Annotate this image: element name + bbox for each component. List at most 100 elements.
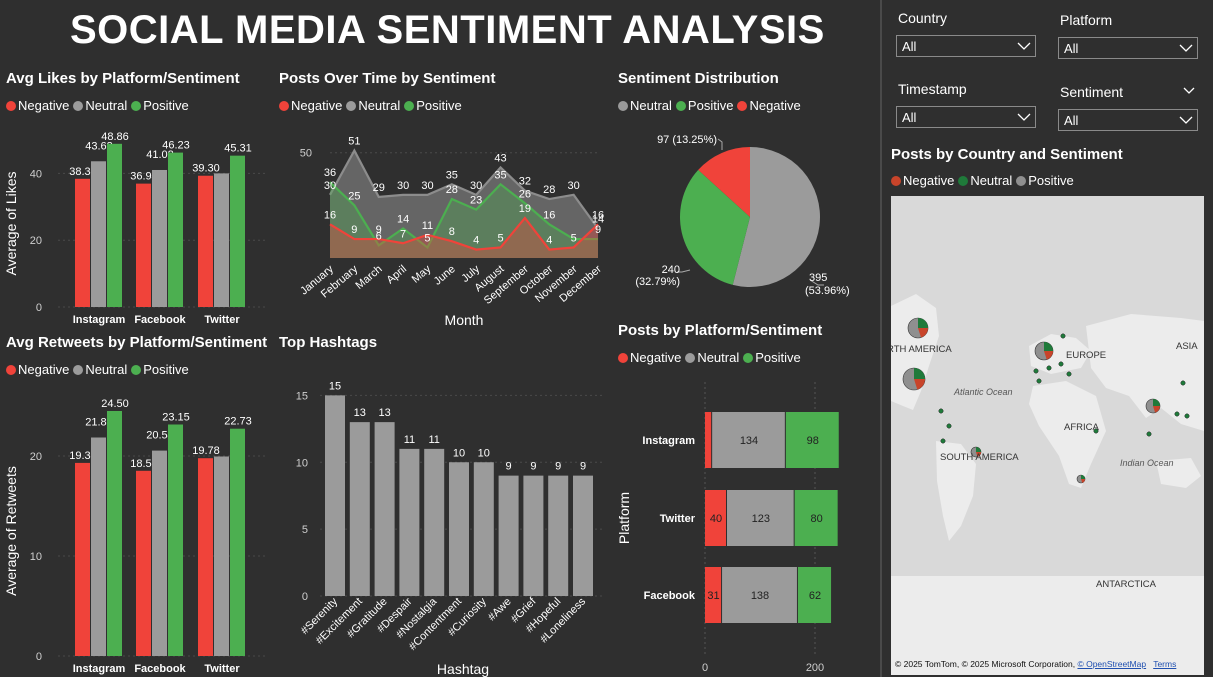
label-south-america: SOUTH AMERICA (940, 452, 1019, 463)
data-label: 395 (809, 272, 827, 284)
attribution-text: © 2025 TomTom, © 2025 Microsoft Corporat… (895, 659, 1078, 669)
bar-positive (107, 143, 122, 307)
bar-hashtag (523, 475, 544, 596)
sentiment-slicer-collapse-icon[interactable] (1183, 84, 1195, 98)
map-title: Posts by Country and Sentiment (891, 146, 1123, 163)
label-asia: ASIA (1176, 341, 1198, 352)
legend-negative-marker (618, 352, 628, 363)
sentiment-pie-chart: 395(53.96%) 240(32.79%) 97 (13.25%) (635, 134, 849, 297)
bar-negative (198, 458, 213, 656)
y-tick-label: Twitter (660, 513, 696, 525)
x-axis-title: Hashtag (437, 661, 489, 677)
x-tick-label: Facebook (134, 314, 186, 326)
data-label: 9 (555, 461, 561, 473)
y-tick-label: Instagram (642, 435, 695, 447)
likes-chart-title: Avg Likes by Platform/Sentiment (6, 70, 240, 87)
y-tick-label: 0 (36, 302, 42, 314)
sentiment-slicer-label: Sentiment (1060, 84, 1124, 100)
data-label: 19.78 (192, 445, 220, 457)
legend-neutral-label: Neutral (630, 98, 672, 113)
data-label: 19 (519, 203, 531, 215)
legend-positive-marker (131, 100, 142, 111)
sentiment-dropdown[interactable]: All (1058, 109, 1198, 131)
legend-neutral-label: Neutral (85, 98, 128, 113)
legend-negative-marker (279, 100, 289, 111)
data-label: 240 (662, 264, 680, 276)
data-label: 80 (811, 513, 823, 525)
data-label: 134 (740, 435, 758, 447)
bar-negative (75, 462, 90, 656)
y-tick-label: 10 (30, 551, 42, 563)
bar-positive (230, 155, 245, 307)
bar-hashtag (374, 422, 395, 596)
bar-hashtag (325, 395, 345, 596)
data-label: 9 (580, 461, 586, 473)
legend-positive-marker (404, 100, 415, 111)
map-dot (1066, 371, 1072, 377)
data-label: 16 (592, 209, 604, 221)
bar-positive (168, 424, 183, 656)
terms-link[interactable]: Terms (1153, 659, 1176, 669)
y-tick-label: 20 (30, 451, 42, 463)
bar-neutral (91, 437, 106, 656)
x-tick-label: #Awe (486, 596, 514, 624)
label-atlantic-ocean: Atlantic Ocean (953, 387, 1013, 397)
label-africa: AFRICA (1064, 422, 1100, 433)
legend-neutral-marker (73, 100, 84, 111)
bar-hashtag (498, 475, 519, 596)
data-label: 13 (378, 407, 390, 419)
bar-negative (136, 183, 151, 307)
y-tick-label: 0 (302, 591, 308, 603)
platform-posts-chart-title: Posts by Platform/Sentiment (618, 322, 823, 339)
platform-dropdown[interactable]: All (1058, 37, 1198, 59)
timestamp-dropdown[interactable]: All (896, 106, 1036, 128)
timestamp-slicer-label: Timestamp (898, 81, 967, 97)
x-tick-label: Instagram (73, 314, 126, 326)
world-map[interactable]: RTH AMERICA EUROPE ASIA Atlantic Ocean A… (891, 196, 1204, 675)
legend-positive-marker (675, 100, 686, 111)
legend-positive-label: Positive (416, 98, 462, 113)
country-dropdown-value: All (902, 39, 917, 54)
bar-negative (136, 470, 151, 656)
data-label: 11 (404, 434, 415, 446)
y-tick-label: 20 (30, 235, 42, 247)
data-label: 51 (348, 136, 360, 148)
x-tick-label: Facebook (134, 663, 186, 675)
data-label: 10 (453, 447, 465, 459)
country-dropdown[interactable]: All (896, 35, 1036, 57)
x-tick-label: April (384, 263, 409, 286)
data-label: 11 (422, 220, 433, 232)
bar-neutral (214, 456, 229, 656)
legend-negative-label: Negative (903, 173, 955, 188)
legend-positive-label: Positive (1028, 173, 1074, 188)
legend-negative-label: Negative (18, 362, 70, 377)
data-label: 9 (506, 461, 512, 473)
data-label: 9 (530, 461, 536, 473)
map-dot (1060, 333, 1066, 339)
legend-positive-label: Positive (687, 98, 734, 113)
legend-neutral-label: Neutral (970, 173, 1013, 188)
data-label: 45.31 (224, 143, 252, 155)
legend-neutral-marker (346, 100, 357, 111)
data-label: 28 (543, 184, 555, 196)
bar-positive (230, 428, 245, 656)
y-axis-title: Platform (616, 492, 632, 544)
leader-line (717, 138, 723, 150)
x-tick-label: June (432, 263, 458, 288)
chevron-down-icon (1017, 42, 1031, 50)
openstreetmap-link[interactable]: © OpenStreetMap (1077, 659, 1146, 669)
data-label: 13 (354, 407, 366, 419)
data-label: 22.73 (224, 416, 252, 428)
bar-hashtag (473, 462, 494, 596)
chevron-down-icon (1179, 116, 1193, 124)
retweets-chart-title: Avg Retweets by Platform/Sentiment (6, 334, 268, 351)
data-label: 97 (13.25%) (657, 134, 717, 146)
bar-hashtag (424, 448, 445, 596)
platform-posts-legend: Negative Neutral Positive (618, 350, 805, 365)
data-label: 23 (470, 195, 482, 207)
likes-legend: Negative Neutral Positive (6, 98, 193, 113)
data-label: 25 (348, 190, 360, 202)
top-hashtags-bar-chart: 05101515#Serenity13#Excitement13#Gratitu… (296, 380, 602, 677)
posts-by-platform-bar-chart: Instagram 134 98 Twitter 40 123 80 Facebook 31 13… (616, 382, 839, 674)
posts-over-time-area-chart: 50305129 30 303530433228 301436256145282335… (298, 136, 604, 328)
